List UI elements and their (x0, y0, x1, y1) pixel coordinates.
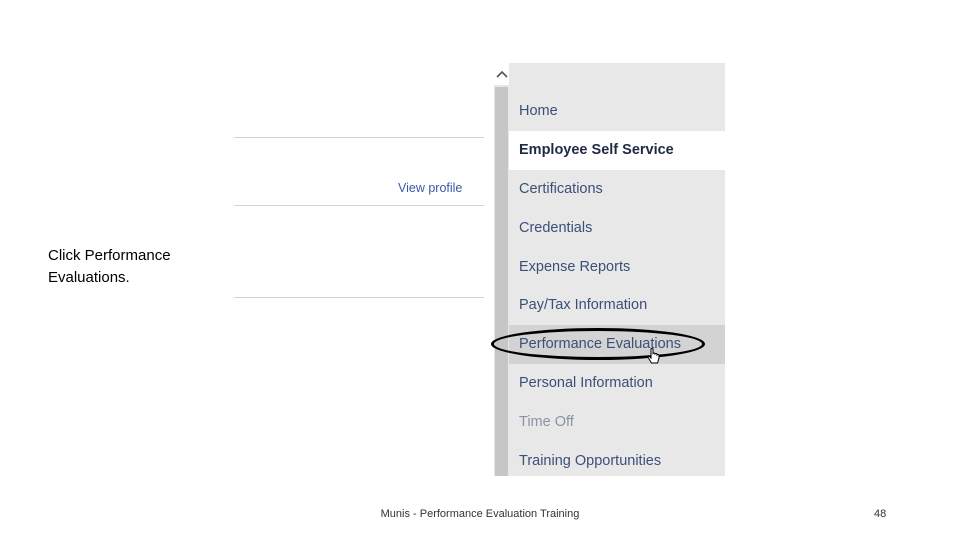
nav-item-label: Expense Reports (519, 258, 631, 275)
nav-item-performance-evaluations[interactable]: Performance Evaluations (509, 324, 725, 364)
divider (234, 137, 484, 138)
nav-item-personal-information[interactable]: Personal Information (509, 364, 725, 403)
nav-item-label: Performance Evaluations (519, 336, 681, 353)
nav-item-training-opportunities[interactable]: Training Opportunities (509, 441, 725, 480)
nav-item-home[interactable]: Home (509, 92, 725, 131)
nav-item-label: Time Off (519, 413, 574, 430)
nav-item-time-off[interactable]: Time Off (509, 402, 725, 441)
nav-item-label: Home (519, 103, 558, 120)
nav-item-label: Pay/Tax Information (519, 297, 648, 314)
nav-item-label: Certifications (519, 180, 603, 197)
nav-menu: Home Employee Self Service Certification… (509, 63, 725, 476)
nav-menu-top (509, 63, 725, 92)
nav-item-label: Credentials (519, 219, 593, 236)
nav-item-label: Personal Information (519, 374, 653, 391)
divider (234, 297, 484, 298)
view-profile-link[interactable]: View profile (398, 181, 462, 195)
nav-item-pay-tax-information[interactable]: Pay/Tax Information (509, 286, 725, 325)
nav-item-expense-reports[interactable]: Expense Reports (509, 247, 725, 286)
scroll-up-button[interactable] (494, 63, 509, 85)
nav-item-employee-self-service[interactable]: Employee Self Service (509, 130, 725, 170)
page-number: 48 (874, 508, 887, 520)
nav-item-label: Training Opportunities (519, 452, 662, 469)
chevron-up-icon (495, 70, 508, 78)
divider (234, 205, 484, 206)
instruction-text: Click Performance Evaluations. (48, 247, 171, 286)
nav-item-credentials[interactable]: Credentials (509, 208, 725, 247)
scroll-thumb[interactable] (495, 87, 508, 476)
nav-item-label: Employee Self Service (519, 142, 674, 159)
footer-caption: Munis - Performance Evaluation Training (380, 508, 580, 520)
nav-item-certifications[interactable]: Certifications (509, 170, 725, 209)
